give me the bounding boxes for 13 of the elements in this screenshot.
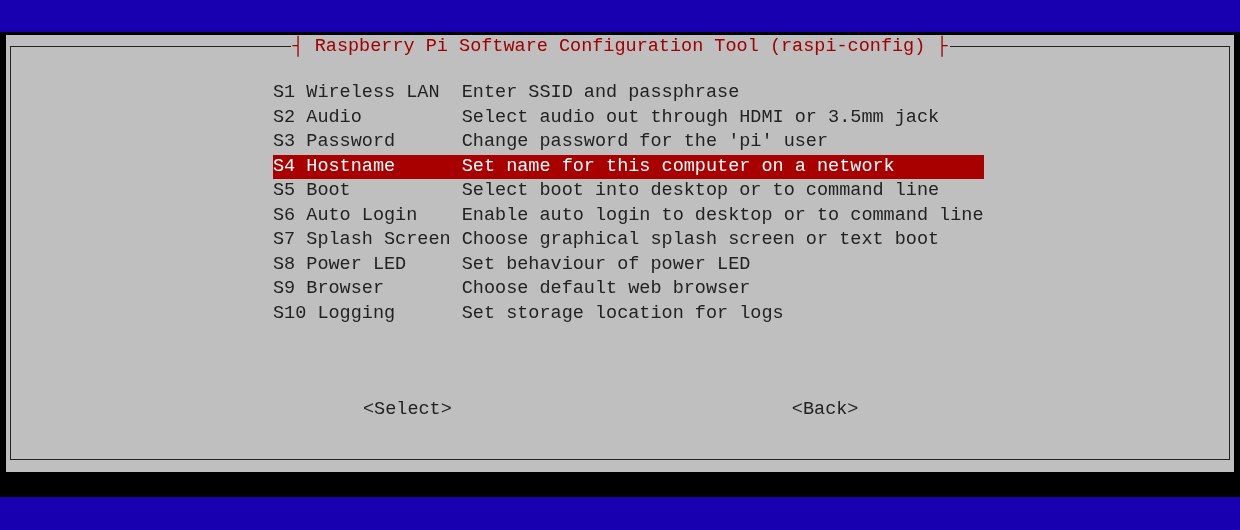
back-button[interactable]: <Back> <box>791 399 859 420</box>
menu-item[interactable]: S2 Audio Select audio out through HDMI or 3.5mm jack <box>273 105 984 130</box>
menu-item[interactable]: S8 Power LED Set behaviour of power LED <box>273 252 984 277</box>
menu-item[interactable]: S7 Splash Screen Choose graphical splash screen or text boot <box>273 228 984 253</box>
menu-item[interactable]: S3 Password Change password for the 'pi' user <box>273 130 984 155</box>
menu-item[interactable]: S9 Browser Choose default web browser <box>273 277 984 302</box>
menu-item[interactable]: S5 Boot Select boot into desktop or to command line <box>273 179 984 204</box>
menu-item[interactable]: S10 Logging Set storage location for logs <box>273 301 984 326</box>
menu-item[interactable]: S1 Wireless LAN Enter SSID and passphrase <box>273 81 984 106</box>
dialog-title: ┤ Raspberry Pi Software Configuration Tool (raspi-config) ├ <box>291 35 949 57</box>
menu-item[interactable]: S4 Hostname Set name for this computer on a network <box>273 154 984 179</box>
menu-item[interactable]: S6 Auto Login Enable auto login to desktop or to command line <box>273 203 984 228</box>
select-button[interactable]: <Select> <box>363 399 452 420</box>
